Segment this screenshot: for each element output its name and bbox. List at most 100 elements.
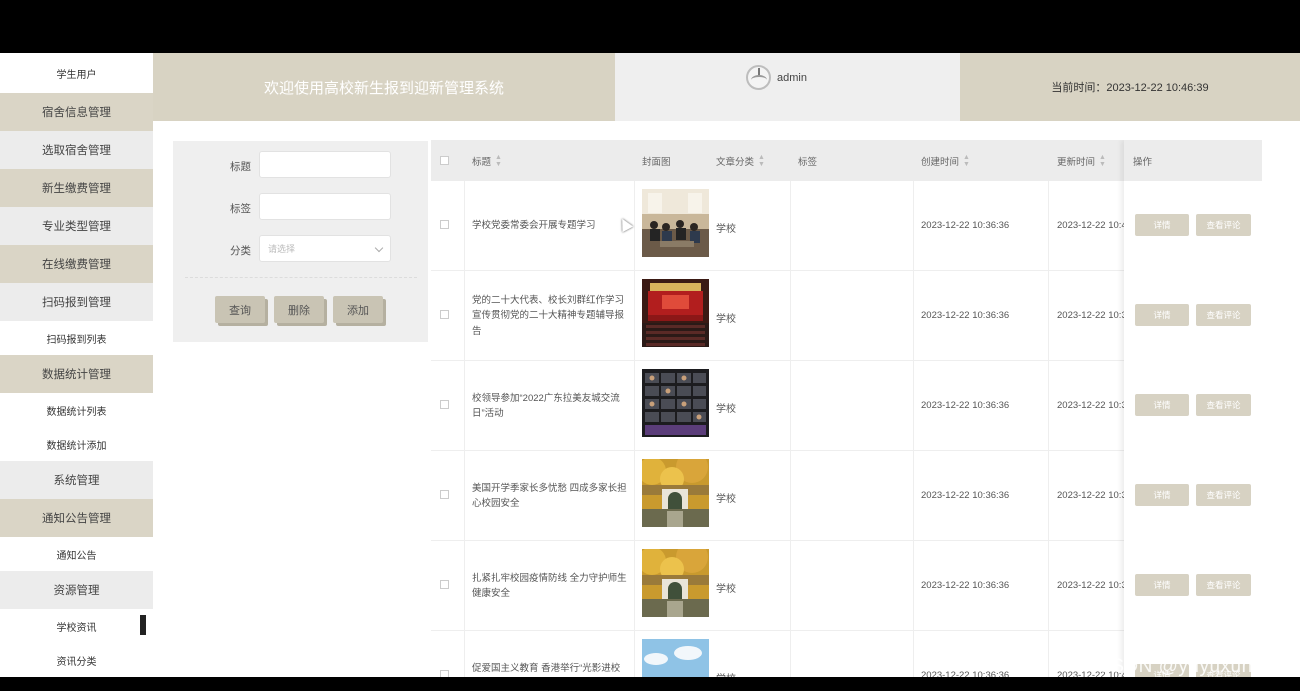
sidebar-item-fee[interactable]: 新生缴费管理 [0, 169, 153, 207]
sidebar-item-label: 在线缴费管理 [42, 259, 111, 271]
view-comments-button[interactable]: 查看评论 [1196, 214, 1251, 236]
cell-created: 2023-12-22 10:36:36 [921, 490, 1010, 501]
cell-title: 扎紧扎牢校园疫情防线 全力守护师生健康安全 [472, 572, 627, 600]
cell-category: 学校 [716, 224, 736, 235]
row-checkbox[interactable] [440, 220, 449, 229]
view-comments-button[interactable]: 查看评论 [1196, 304, 1251, 326]
cell-updated: 2023-12-22 10:3 [1057, 400, 1127, 411]
detail-button[interactable]: 详情 [1135, 574, 1189, 596]
cell-category: 学校 [716, 670, 736, 677]
cell-created: 2023-12-22 10:36:36 [921, 670, 1010, 677]
column-header-cover: 封面图 [642, 140, 671, 181]
title-input[interactable] [259, 151, 391, 178]
add-button[interactable]: 添加 [333, 296, 383, 323]
sort-icon[interactable]: ▲ ▼ [1099, 154, 1106, 168]
watermark: CSDN @yuyuxun1 [1097, 656, 1264, 677]
sidebar-item-label: 学校资讯 [56, 622, 97, 634]
cell-category: 学校 [716, 314, 736, 325]
sidebar-item-system[interactable]: 系统管理 [0, 461, 153, 499]
header-label: 封面图 [642, 156, 671, 168]
column-header-created[interactable]: 创建时间 ▲ ▼ [921, 140, 970, 181]
cell-updated: 2023-12-22 10:4 [1057, 220, 1127, 231]
sidebar-item-notices[interactable]: 通知公告管理 [0, 499, 153, 537]
user-area[interactable]: admin [615, 53, 960, 121]
current-time: 当前时间：2023-12-22 10:46:39 [960, 53, 1300, 121]
header-label: 标题 [472, 156, 492, 168]
sidebar-item-label: 扫码报到列表 [46, 334, 107, 346]
cell-created: 2023-12-22 10:36:36 [921, 400, 1010, 411]
main-content: 标题 标签 分类 请选择 查询 删除 添加 标题 ▲ ▼ 封面图 文章分类 ▲ ▼ 标签… [153, 121, 1300, 677]
sidebar-item-dorm-select[interactable]: 选取宿舍管理 [0, 131, 153, 169]
sidebar-item-label: 学生用户 [56, 69, 97, 81]
sidebar-subitem-notice[interactable]: 通知公告 [0, 537, 153, 571]
sort-icon[interactable]: ▲ ▼ [758, 154, 765, 168]
row-checkbox[interactable] [440, 310, 449, 319]
top-header: 欢迎使用高校新生报到迎新管理系统 admin 当前时间：2023-12-22 1… [153, 53, 1300, 121]
view-comments-button[interactable]: 查看评论 [1196, 394, 1251, 416]
category-placeholder: 请选择 [268, 244, 296, 254]
tag-input[interactable] [259, 193, 391, 220]
sidebar-item-statistics[interactable]: 数据统计管理 [0, 355, 153, 393]
cover-image [642, 279, 709, 347]
article-table: 标题 ▲ ▼ 封面图 文章分类 ▲ ▼ 标签 创建时间 ▲ ▼ 更新时间 ▲ ▼ 学校党委常委会… [431, 140, 1262, 677]
detail-button[interactable]: 详情 [1135, 484, 1189, 506]
column-header-tags: 标签 [798, 140, 817, 181]
cell-title: 美国开学季家长多忧愁 四成多家长担心校园安全 [472, 482, 627, 510]
select-all-checkbox[interactable] [440, 156, 449, 165]
cell-category: 学校 [716, 584, 736, 595]
cell-title: 党的二十大代表、校长刘群红作学习宣传贯彻党的二十大精神专题辅导报告 [472, 294, 625, 337]
active-indicator [140, 615, 146, 635]
title-label: 标题 [230, 161, 251, 173]
sidebar-item-label: 选取宿舍管理 [42, 145, 111, 157]
sidebar-item-label: 通知公告管理 [42, 513, 111, 525]
sidebar-item-qr-checkin[interactable]: 扫码报到管理 [0, 283, 153, 321]
cell-title: 校领导参加“2022广东拉美友城交流日”活动 [472, 392, 620, 420]
row-checkbox[interactable] [440, 670, 449, 677]
sort-icon[interactable]: ▲ ▼ [495, 154, 502, 168]
avatar[interactable] [746, 65, 771, 90]
header-label: 创建时间 [921, 156, 960, 168]
sidebar-item-label: 新生缴费管理 [42, 183, 111, 195]
header-label: 文章分类 [716, 156, 755, 168]
column-header-category[interactable]: 文章分类 ▲ ▼ [716, 140, 765, 181]
sidebar-item-label: 数据统计添加 [46, 440, 107, 452]
cell-updated: 2023-12-22 10:3 [1057, 490, 1127, 501]
row-checkbox[interactable] [440, 580, 449, 589]
cell-category: 学校 [716, 404, 736, 415]
sidebar-subitem-school-news[interactable]: 学校资讯 [0, 609, 153, 643]
sidebar-item-label: 资源管理 [53, 585, 100, 597]
actions-column: 操作 详情 查看评论 详情 查看评论 详情 查看评论 详情 查看评论 详情 查看评论 详情 查看评论 [1124, 140, 1262, 677]
sidebar-item-label: 宿舍信息管理 [42, 107, 111, 119]
view-comments-button[interactable]: 查看评论 [1196, 484, 1251, 506]
category-label: 分类 [230, 245, 251, 257]
column-header-updated[interactable]: 更新时间 ▲ ▼ [1057, 140, 1106, 181]
cell-category: 学校 [716, 494, 736, 505]
sidebar-item-student-users[interactable]: 学生用户 [0, 53, 153, 93]
cell-created: 2023-12-22 10:36:36 [921, 310, 1010, 321]
sidebar-subitem-qr-list[interactable]: 扫码报到列表 [0, 321, 153, 355]
sidebar-item-label: 通知公告 [56, 550, 97, 562]
sidebar-item-major-type[interactable]: 专业类型管理 [0, 207, 153, 245]
header-label: 标签 [798, 156, 818, 168]
cell-title: 学校党委常委会开展专题学习 [472, 220, 596, 232]
sidebar-subitem-stats-list[interactable]: 数据统计列表 [0, 393, 153, 427]
detail-button[interactable]: 详情 [1135, 394, 1189, 416]
row-checkbox[interactable] [440, 400, 449, 409]
sidebar-subitem-news-category[interactable]: 资讯分类 [0, 643, 153, 677]
search-panel: 标题 标签 分类 请选择 查询 删除 添加 [173, 141, 428, 342]
sidebar-item-resources[interactable]: 资源管理 [0, 571, 153, 609]
sidebar-item-dorm-info[interactable]: 宿舍信息管理 [0, 93, 153, 131]
sidebar-item-online-payment[interactable]: 在线缴费管理 [0, 245, 153, 283]
category-select[interactable]: 请选择 [259, 235, 391, 262]
column-header-title[interactable]: 标题 ▲ ▼ [472, 140, 502, 181]
query-button[interactable]: 查询 [215, 296, 265, 323]
delete-button[interactable]: 删除 [274, 296, 324, 323]
sort-icon[interactable]: ▲ ▼ [963, 154, 970, 168]
cell-title: 促爱国主义教育 香港举行“光影进校 [472, 662, 621, 674]
detail-button[interactable]: 详情 [1135, 304, 1189, 326]
detail-button[interactable]: 详情 [1135, 214, 1189, 236]
view-comments-button[interactable]: 查看评论 [1196, 574, 1251, 596]
row-checkbox[interactable] [440, 490, 449, 499]
cell-created: 2023-12-22 10:36:36 [921, 580, 1010, 591]
sidebar-subitem-stats-add[interactable]: 数据统计添加 [0, 427, 153, 461]
